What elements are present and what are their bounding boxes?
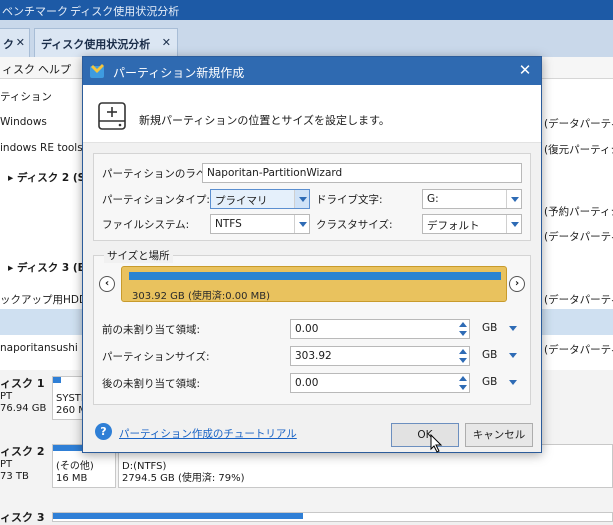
menu-benchmark[interactable]: ベンチマーク [2,3,68,19]
input-value: 303.92 [295,350,332,362]
size-row-label: 前の未割り当て領域: [102,324,201,336]
selected-row[interactable] [0,309,95,335]
menu-disk-usage[interactable]: ディスク使用状況分析 [70,3,179,19]
disk-3-info[interactable]: ィスク 3 [0,512,48,525]
spinner-icon[interactable] [457,347,469,365]
size-location-group: サイズと場所 ‹ 303.92 GB (使用済:0.00 MB) › 前の未割り… [93,248,531,405]
disk-name: ィスク 1 [0,377,45,390]
disk-type: PT [0,459,13,470]
chevron-down-icon[interactable] [294,215,309,233]
cluster-size-select[interactable]: デフォルト [422,214,522,234]
chevron-down-icon[interactable] [508,350,518,360]
input-value: 0.00 [295,323,319,335]
chevron-down-icon[interactable] [508,377,518,387]
wizard-icon [90,64,104,78]
chevron-down-icon[interactable] [508,323,518,333]
list-item: (データパーティシ [544,344,613,356]
chevron-down-icon[interactable] [294,190,309,208]
tab-disk[interactable]: ク ✕ [0,28,30,57]
select-value: デフォルト [427,220,480,232]
list-item: (データパーティシ [544,231,613,243]
unit-label: GB [482,349,498,361]
list-item[interactable]: ックアップ用HDD [0,292,95,307]
tab-disk-usage[interactable]: ディスク使用状況分析 ✕ [34,28,178,57]
type-field-label: パーティションタイプ: [102,194,210,206]
usage-bar [53,377,61,383]
chevron-down-icon[interactable] [506,190,521,208]
unit-label: GB [482,322,498,334]
unit-label: GB [482,376,498,388]
unallocated-before-input[interactable]: 0.00 [290,319,470,339]
dialog-title-bar[interactable]: パーティション新規作成 ✕ [83,57,541,85]
dialog-description: 新規パーティションの位置とサイズを設定します。 [139,114,390,127]
tab-label: ディスク使用状況分析 [41,38,151,51]
partition-name: (その他) [56,461,94,472]
disk-name: ィスク 2 [0,445,45,458]
chevron-left-icon[interactable]: ‹ [99,276,115,292]
tab-label: ク [3,38,14,51]
input-value: 0.00 [295,377,319,389]
partition-size-input[interactable]: 303.92 [290,346,470,366]
cluster-size-label: クラスタサイズ: [316,219,393,231]
add-partition-icon [98,102,126,130]
disk-2-info[interactable]: ィスク 2 PT 73 TB [0,446,48,483]
disk-size: 73 TB [0,471,29,482]
group-legend: サイズと場所 [104,248,173,263]
dialog-header: 新規パーティションの位置とサイズを設定します。 [83,85,541,143]
partition-size: 16 MB [56,473,88,484]
list-item[interactable]: Windows [0,116,95,128]
app-title-bar: ベンチマーク ディスク使用状況分析 [0,0,613,20]
list-item: (データパーティシ [544,118,613,130]
size-row-label: パーティションサイズ: [102,351,210,363]
list-item: (復元パーティショ [544,144,613,156]
close-icon[interactable]: ✕ [515,60,535,80]
menu-disk[interactable]: ィスク [2,61,35,77]
close-icon[interactable]: ✕ [162,36,171,49]
partition-properties-group: パーティションのラベル: Naporitan-PartitionWizard パ… [93,153,531,241]
disk-1-info[interactable]: ィスク 1 PT 76.94 GB [0,378,48,415]
disk-name: ィスク 3 [0,511,45,524]
partition-fill [129,272,501,280]
create-partition-dialog: パーティション新規作成 ✕ 新規パーティションの位置とサイズを設定します。 パー… [82,56,542,453]
unallocated-after-input[interactable]: 0.00 [290,373,470,393]
partition-label-input[interactable]: Naporitan-PartitionWizard [202,163,522,183]
close-icon[interactable]: ✕ [16,36,25,49]
select-value: G: [427,193,439,205]
filesystem-label: ファイルシステム: [102,219,190,231]
tab-strip: ク ✕ ディスク使用状況分析 ✕ [0,20,613,57]
mouse-cursor-icon [430,434,443,453]
dialog-title: パーティション新規作成 [113,66,245,80]
drive-letter-label: ドライブ文字: [316,194,383,206]
filesystem-select[interactable]: NTFS [210,214,310,234]
select-value: プライマリ [215,195,268,207]
size-row-label: 後の未割り当て領域: [102,378,201,390]
cancel-button[interactable]: キャンセル [465,423,533,447]
partition-block[interactable] [52,512,613,522]
disk-size: 76.94 GB [0,403,47,414]
selected-row [542,309,613,335]
partition-name: D:(NTFS) [122,461,167,472]
partition-size: 2794.5 GB (使用済: 79%) [122,473,245,484]
tutorial-link[interactable]: パーティション作成のチュートリアル [119,426,297,441]
select-value: NTFS [215,218,242,230]
help-icon[interactable]: ? [95,423,112,440]
list-item: (データパーティシ [544,294,613,306]
spinner-icon[interactable] [457,374,469,392]
partition-type-select[interactable]: プライマリ [210,189,310,209]
chevron-down-icon[interactable] [506,215,521,233]
disk-type: PT [0,391,13,402]
usage-bar [53,513,303,519]
ok-button[interactable]: OK [391,423,459,447]
partition-size-bar[interactable]: 303.92 GB (使用済:0.00 MB) [121,266,507,302]
chevron-right-icon[interactable]: › [509,276,525,292]
menu-help[interactable]: ヘルプ [38,61,71,77]
column-header: ティション [0,91,52,103]
dialog-body: パーティションのラベル: Naporitan-PartitionWizard パ… [83,143,541,452]
list-item[interactable]: indows RE tools [0,142,95,154]
spinner-icon[interactable] [457,320,469,338]
drive-letter-select[interactable]: G: [422,189,522,209]
list-item[interactable]: naporitansushi [0,342,95,354]
list-item: (予約パーティショ [544,206,613,218]
partition-bar-text: 303.92 GB (使用済:0.00 MB) [132,291,271,302]
